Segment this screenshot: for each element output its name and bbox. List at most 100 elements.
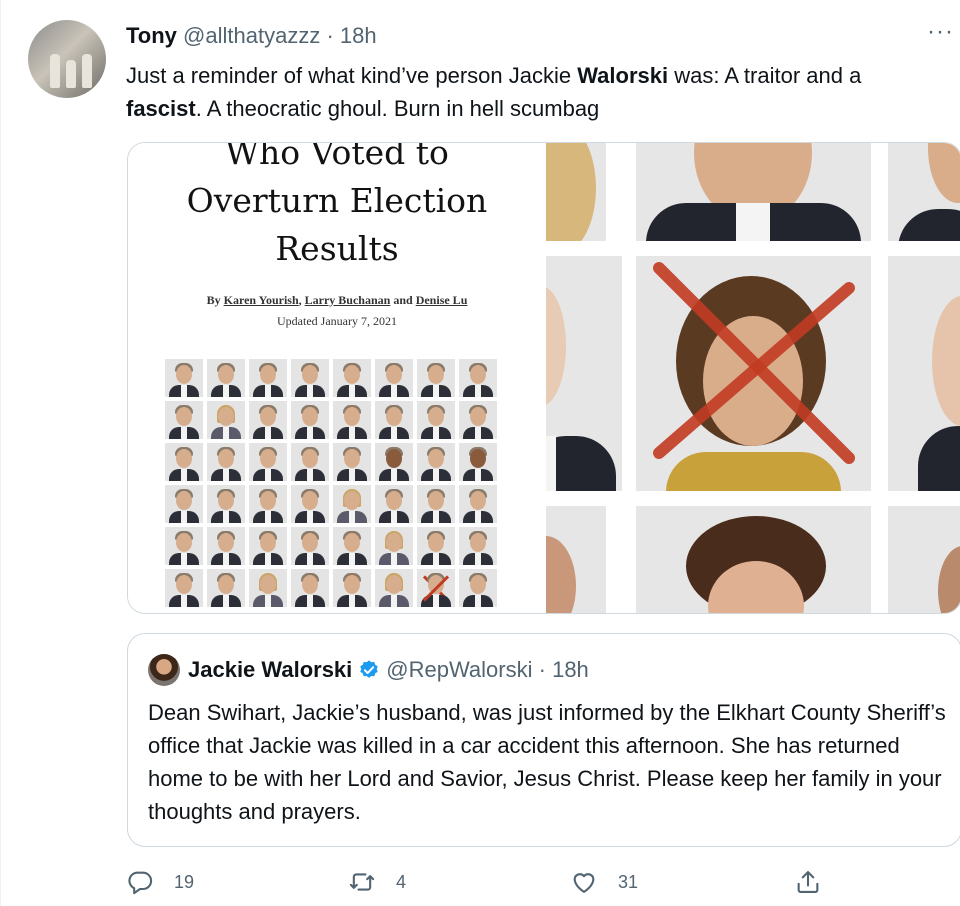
portrait-thumbnail: [375, 569, 413, 607]
tweet-text-bold: Walorski: [577, 63, 669, 88]
share-icon: [797, 871, 819, 893]
like-count: 31: [618, 871, 639, 892]
portrait-thumbnail: [375, 485, 413, 523]
byline-prefix: By: [206, 293, 224, 307]
quoted-tweet-header: Jackie Walorski @RepWalorski · 18h: [188, 656, 589, 684]
article-updated-date: Updated January 7, 2021: [277, 314, 397, 328]
tweet-text-part: was: A traitor and a: [668, 63, 862, 88]
portrait-thumbnail: [291, 443, 329, 481]
portrait-thumbnail: [291, 527, 329, 565]
separator-dot: ·: [538, 657, 546, 682]
portrait-thumbnail: [375, 443, 413, 481]
portrait-thumbnail: [333, 485, 371, 523]
portrait-thumbnail: [375, 359, 413, 397]
portrait-thumbnail: [165, 443, 203, 481]
share-button[interactable]: [794, 862, 822, 902]
article-screenshot: Who Voted to Overturn Election Results B…: [128, 143, 546, 613]
tweet-text-part: . A theocratic ghoul. Burn in hell scumb…: [195, 96, 600, 121]
avatar-figure: [82, 54, 92, 88]
tweet-action-bar: 19 4 31: [126, 862, 960, 902]
byline-author: Karen Yourish: [223, 293, 299, 307]
portrait-thumbnail: [417, 443, 455, 481]
tweet-text: Just a reminder of what kind’ve person J…: [126, 59, 956, 125]
portrait-thumbnail: [165, 485, 203, 523]
article-headline-line: Results: [275, 229, 399, 268]
byline-author: Denise Lu: [415, 293, 468, 307]
quoted-author-avatar[interactable]: [148, 654, 180, 686]
portrait-thumbnail: [459, 359, 497, 397]
verified-badge-icon: [360, 660, 378, 678]
zoomed-portrait: [546, 506, 606, 613]
zoomed-portrait: [888, 143, 960, 241]
quoted-tweet[interactable]: Jackie Walorski @RepWalorski · 18h Dean S…: [127, 633, 960, 847]
portrait-thumbnail: [249, 527, 287, 565]
crossed-portrait-thumbnail: [417, 569, 455, 607]
portrait-thumbnail: [207, 401, 245, 439]
portrait-thumbnail: [459, 569, 497, 607]
portrait-thumbnail: [417, 401, 455, 439]
portrait-thumbnail: [207, 569, 245, 607]
author-handle[interactable]: @allthatyazzz: [183, 23, 320, 48]
portrait-thumbnail: [333, 401, 371, 439]
portrait-thumbnail: [207, 443, 245, 481]
portrait-thumbnail: [207, 359, 245, 397]
tweet-header: Tony @allthatyazzz · 18h: [126, 22, 377, 50]
portrait-thumbnail: [459, 443, 497, 481]
portrait-thumbnail: [165, 527, 203, 565]
portrait-thumbnail: [375, 527, 413, 565]
more-options-icon[interactable]: ···: [927, 18, 954, 46]
zoomed-portrait: [888, 506, 960, 613]
portrait-thumbnail: [207, 485, 245, 523]
article-byline: By Karen Yourish, Larry Buchanan and Den…: [128, 293, 546, 308]
portrait-thumbnail: [291, 359, 329, 397]
zoomed-portrait: [546, 143, 606, 241]
portrait-thumbnail: [333, 443, 371, 481]
portrait-thumbnail: [291, 569, 329, 607]
portrait-thumbnail: [375, 401, 413, 439]
portrait-thumbnail: [333, 527, 371, 565]
portrait-thumbnail: [333, 359, 371, 397]
portrait-thumbnail: [291, 401, 329, 439]
portrait-thumbnail: [207, 527, 245, 565]
portrait-thumbnail: [249, 485, 287, 523]
reply-icon: [128, 871, 153, 895]
avatar-figure: [50, 54, 60, 88]
byline-author: Larry Buchanan: [304, 293, 391, 307]
tweet-text-bold: fascist: [126, 96, 196, 121]
like-icon: [573, 873, 595, 893]
red-cross-mark: [653, 262, 855, 464]
quoted-tweet-text: Dean Swihart, Jackie’s husband, was just…: [148, 700, 946, 824]
article-headline-line: Who Voted to: [225, 142, 449, 172]
reply-button[interactable]: 19: [126, 862, 194, 902]
quoted-tweet-timestamp[interactable]: 18h: [552, 657, 589, 682]
timeline-divider: [0, 0, 1, 906]
portrait-thumbnail: [417, 485, 455, 523]
tweet-text-part: Just a reminder of what kind’ve person J…: [126, 63, 578, 88]
portrait-thumbnail: [291, 485, 329, 523]
zoomed-portrait: [546, 256, 622, 491]
portrait-thumbnail: [249, 401, 287, 439]
quoted-author-handle[interactable]: @RepWalorski: [386, 657, 532, 682]
portrait-thumbnail: [249, 359, 287, 397]
tweet-timestamp[interactable]: 18h: [340, 23, 377, 48]
portrait-thumbnail: [165, 569, 203, 607]
author-name[interactable]: Tony: [126, 23, 177, 48]
avatar-figure: [66, 60, 76, 88]
portrait-thumbnail: [249, 443, 287, 481]
zoomed-portrait: [636, 143, 871, 241]
zoomed-portrait: [636, 506, 871, 613]
author-avatar[interactable]: [28, 20, 106, 98]
tweet-media-image[interactable]: Who Voted to Overturn Election Results B…: [127, 142, 960, 614]
portrait-thumbnail: [459, 527, 497, 565]
portrait-thumbnail: [417, 527, 455, 565]
like-button[interactable]: 31: [570, 862, 638, 902]
zoomed-portrait: [888, 256, 960, 491]
zoomed-photo-grid: [546, 143, 960, 613]
portrait-thumbnail: [165, 359, 203, 397]
portrait-thumbnail: [165, 401, 203, 439]
quoted-author-name[interactable]: Jackie Walorski: [188, 657, 352, 682]
retweet-button[interactable]: 4: [348, 862, 406, 902]
byline-separator: and: [390, 293, 416, 307]
retweet-count: 4: [396, 871, 407, 892]
portrait-thumbnail: [249, 569, 287, 607]
